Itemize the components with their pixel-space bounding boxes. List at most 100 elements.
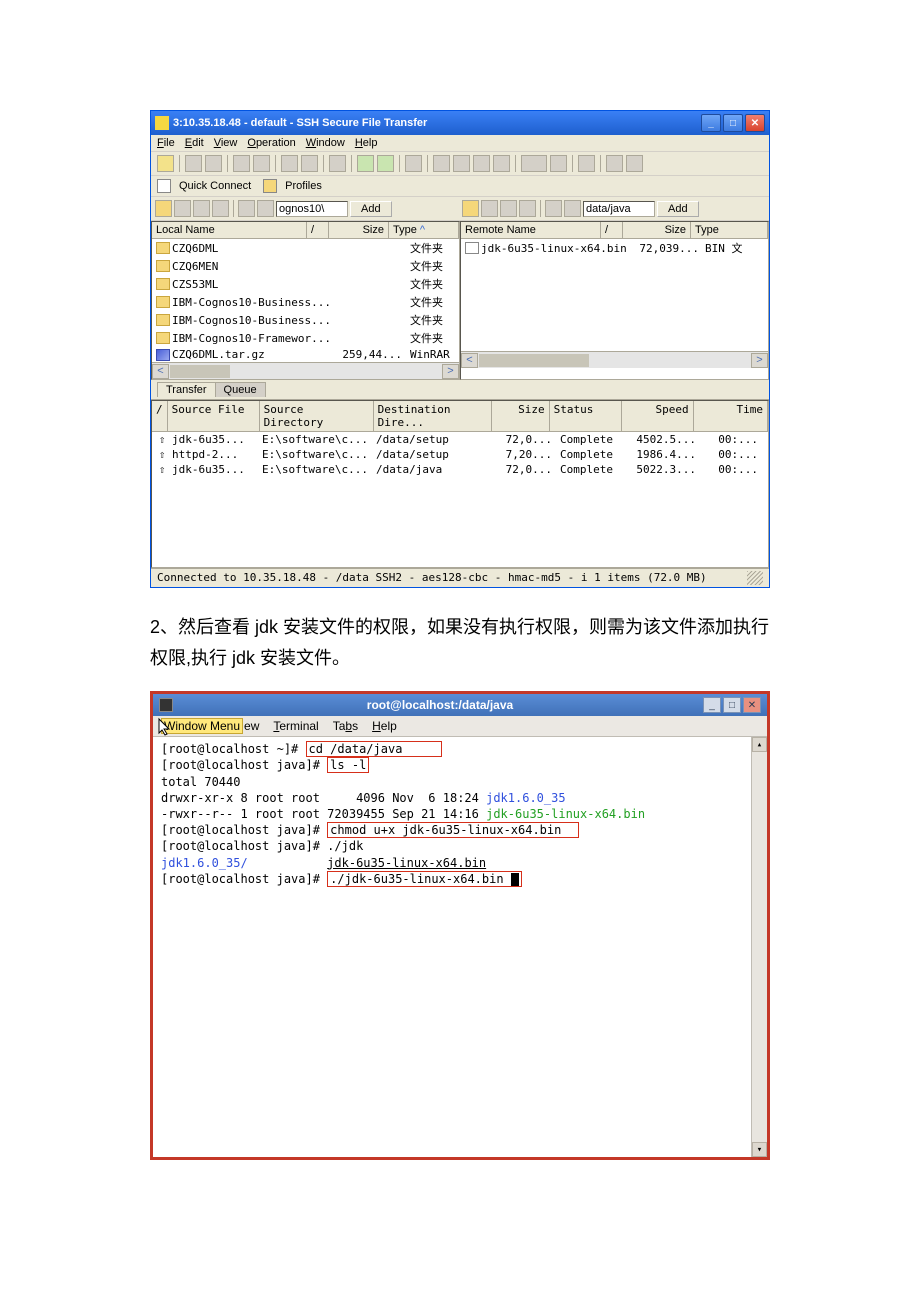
col-src[interactable]: Source File <box>168 401 260 431</box>
menu-edit[interactable]: Edit <box>185 137 204 149</box>
menu-help[interactable]: Help <box>372 719 397 733</box>
rnav-del-icon[interactable] <box>564 200 581 217</box>
term-maximize-button[interactable]: □ <box>723 697 741 713</box>
menu-window-menu[interactable]: Window Menu <box>161 718 243 734</box>
col-size[interactable]: Size <box>492 401 550 431</box>
menu-view[interactable]: View <box>214 137 238 149</box>
quick-connect-icon[interactable] <box>157 179 171 193</box>
rnav-new-icon[interactable] <box>462 200 479 217</box>
quick-connect-bar: Quick Connect Profiles <box>151 176 769 197</box>
copy-icon[interactable] <box>233 155 250 172</box>
list-item[interactable]: CZQ6MEN文件夹 <box>152 257 459 275</box>
nav-home-icon[interactable] <box>174 200 191 217</box>
menu-view-partial[interactable]: ew <box>244 719 259 733</box>
terminal-body[interactable]: [root@localhost ~]# cd /data/java [root@… <box>153 737 767 1157</box>
scroll-down-icon[interactable]: ▾ <box>752 1142 767 1157</box>
local-path-input[interactable] <box>276 201 348 217</box>
table-row[interactable]: ⇧httpd-2...E:\software\c.../data/setup7,… <box>152 447 768 462</box>
col-local-name[interactable]: Local Name <box>152 222 307 238</box>
ssh-titlebar[interactable]: 3:10.35.18.48 - default - SSH Secure Fil… <box>151 111 769 135</box>
nav-del-icon[interactable] <box>257 200 274 217</box>
help-icon[interactable] <box>626 155 643 172</box>
view2-icon[interactable] <box>453 155 470 172</box>
menu-file[interactable]: File <box>157 137 175 149</box>
cancel-icon[interactable] <box>578 155 595 172</box>
scroll-up-icon[interactable]: ▴ <box>752 737 767 752</box>
minimize-button[interactable]: _ <box>701 114 721 132</box>
new-term-icon[interactable] <box>405 155 422 172</box>
list-item[interactable]: IBM-Cognos10-Business...文件夹 <box>152 311 459 329</box>
down-icon[interactable] <box>357 155 374 172</box>
save-icon[interactable] <box>157 155 174 172</box>
scroll-right-icon[interactable]: > <box>751 353 768 368</box>
terminal-scrollbar[interactable]: ▴ ▾ <box>751 737 767 1157</box>
col-local-size[interactable]: Size <box>329 222 389 238</box>
scroll-left-icon[interactable]: < <box>152 364 169 379</box>
list-item[interactable]: CZS53ML文件夹 <box>152 275 459 293</box>
sort-icon[interactable] <box>550 155 567 172</box>
view1-icon[interactable] <box>433 155 450 172</box>
col-dir[interactable]: Source Directory <box>260 401 374 431</box>
quick-connect-label[interactable]: Quick Connect <box>179 180 251 192</box>
rnav-home-icon[interactable] <box>481 200 498 217</box>
col-time[interactable]: Time <box>694 401 768 431</box>
rnav-newf-icon[interactable] <box>545 200 562 217</box>
rnav-up-icon[interactable] <box>500 200 517 217</box>
terminal-titlebar[interactable]: root@localhost:/data/java _ □ ✕ <box>153 694 767 716</box>
scroll-right-icon[interactable]: > <box>442 364 459 379</box>
rnav-refresh-icon[interactable] <box>519 200 536 217</box>
nav-newf-icon[interactable] <box>238 200 255 217</box>
close-button[interactable]: ✕ <box>745 114 765 132</box>
list-item[interactable]: IBM-Cognos10-Framewor...文件夹 <box>152 329 459 347</box>
remote-add-button[interactable]: Add <box>657 201 699 217</box>
paste-icon[interactable] <box>253 155 270 172</box>
col-remote-sort[interactable]: / <box>601 222 623 238</box>
remote-hscroll[interactable]: < > <box>461 351 768 368</box>
nav-up-icon[interactable] <box>193 200 210 217</box>
resize-grip-icon[interactable] <box>747 571 763 585</box>
scroll-left-icon[interactable]: < <box>461 353 478 368</box>
table-row[interactable]: ⇧jdk-6u35...E:\software\c.../data/java72… <box>152 462 768 477</box>
col-remote-name[interactable]: Remote Name <box>461 222 601 238</box>
menu-window[interactable]: Window <box>306 137 345 149</box>
table-row[interactable]: ⇧jdk-6u35...E:\software\c.../data/setup7… <box>152 432 768 447</box>
col-local-type[interactable]: Type ^ <box>389 222 459 238</box>
preview-icon[interactable] <box>205 155 222 172</box>
local-add-button[interactable]: Add <box>350 201 392 217</box>
list-item[interactable]: CZQ6DML文件夹 <box>152 239 459 257</box>
tab-transfer[interactable]: Transfer <box>157 382 216 397</box>
view3-icon[interactable] <box>473 155 490 172</box>
menu-operation[interactable]: Operation <box>247 137 295 149</box>
remote-path-input[interactable] <box>583 201 655 217</box>
menu-help[interactable]: Help <box>355 137 378 149</box>
local-hscroll[interactable]: < > <box>152 362 459 379</box>
connect-icon[interactable] <box>281 155 298 172</box>
col-sort[interactable]: / <box>152 401 168 431</box>
disconnect-icon[interactable] <box>301 155 318 172</box>
profiles-label[interactable]: Profiles <box>285 180 322 192</box>
profiles-icon[interactable] <box>263 179 277 193</box>
col-status[interactable]: Status <box>550 401 622 431</box>
print-icon[interactable] <box>185 155 202 172</box>
up-icon[interactable] <box>377 155 394 172</box>
col-remote-size[interactable]: Size <box>623 222 691 238</box>
menu-terminal[interactable]: Terminal <box>273 719 318 733</box>
list-item[interactable]: CZQ6DML.tar.gz259,44...WinRAR <box>152 347 459 362</box>
col-dest[interactable]: Destination Dire... <box>374 401 492 431</box>
col-local-sort[interactable]: / <box>307 222 329 238</box>
col-remote-type[interactable]: Type <box>691 222 768 238</box>
list-item[interactable]: IBM-Cognos10-Business...文件夹 <box>152 293 459 311</box>
term-minimize-button[interactable]: _ <box>703 697 721 713</box>
nav-refresh-icon[interactable] <box>212 200 229 217</box>
term-close-button[interactable]: ✕ <box>743 697 761 713</box>
nav-new-icon[interactable] <box>155 200 172 217</box>
tab-queue[interactable]: Queue <box>215 382 266 397</box>
color-icon[interactable] <box>606 155 623 172</box>
view4-icon[interactable] <box>493 155 510 172</box>
maximize-button[interactable]: □ <box>723 114 743 132</box>
menu-tabs[interactable]: Tabs <box>333 719 358 733</box>
settings-icon[interactable] <box>329 155 346 172</box>
list-item[interactable]: jdk-6u35-linux-x64.bin72,039...BIN 文 <box>461 239 768 257</box>
col-speed[interactable]: Speed <box>622 401 694 431</box>
abc-icon[interactable] <box>521 155 547 172</box>
